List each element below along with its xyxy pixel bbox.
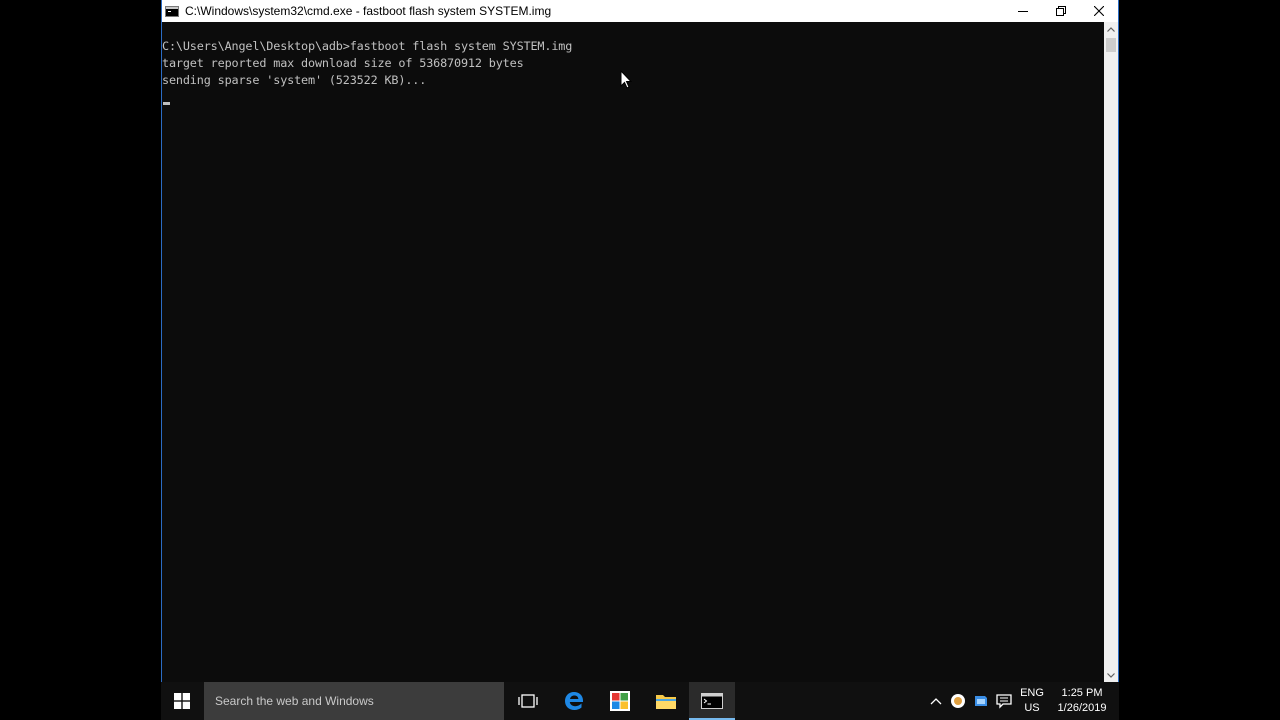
region-label: US [1024,702,1040,714]
console-line: C:\Users\Angel\Desktop\adb>fastboot flas… [162,39,573,53]
task-view-button[interactable] [505,682,551,720]
minimize-icon [1018,11,1028,12]
edge-browser-button[interactable] [551,682,597,720]
title-bar[interactable]: C:\Windows\system32\cmd.exe - fastboot f… [162,0,1118,22]
start-button[interactable] [161,682,203,720]
desktop: C:\Windows\system32\cmd.exe - fastboot f… [0,0,1280,720]
clock[interactable]: 1:25 PM 1/26/2019 [1051,686,1113,716]
console-line: target reported max download size of 536… [162,56,524,70]
clock-date: 1/26/2019 [1057,702,1107,714]
close-button[interactable] [1080,0,1118,22]
windows-logo-icon [174,693,190,709]
console-text: C:\Users\Angel\Desktop\adb>fastboot flas… [162,38,572,89]
command-prompt-icon [701,693,723,709]
store-icon [610,691,630,711]
action-center-button[interactable] [993,682,1015,720]
file-explorer-button[interactable] [643,682,689,720]
console-window[interactable]: C:\Windows\system32\cmd.exe - fastboot f… [161,0,1119,682]
notification-icon [996,694,1012,709]
task-view-icon [518,694,538,708]
restore-icon [1056,6,1066,16]
clock-time: 1:25 PM [1061,687,1103,699]
scroll-up-button[interactable] [1104,22,1118,36]
restore-button[interactable] [1042,0,1080,22]
command-prompt-taskbar-button[interactable] [689,682,735,720]
tray-app-button[interactable] [948,682,968,720]
minimize-button[interactable] [1004,0,1042,22]
scroll-down-button[interactable] [1104,668,1118,682]
store-button[interactable] [597,682,643,720]
chevron-up-icon [1107,26,1115,32]
search-box[interactable]: Search the web and Windows [204,682,504,720]
taskbar: Search the web and Windows ENG US 1:25 P… [161,682,1119,720]
language-label: ENG [1020,687,1044,699]
edge-icon [565,692,583,710]
close-icon [1094,6,1104,16]
circle-app-icon [951,694,965,708]
chevron-up-icon [930,698,942,705]
console-output[interactable]: C:\Users\Angel\Desktop\adb>fastboot flas… [162,22,1104,682]
vertical-scrollbar[interactable] [1104,22,1118,682]
cmd-app-icon[interactable] [165,5,179,17]
show-hidden-icons-button[interactable] [926,682,946,720]
language-indicator[interactable]: ENG US [1015,686,1049,716]
mouse-pointer-icon [620,70,632,89]
window-title: C:\Windows\system32\cmd.exe - fastboot f… [185,4,552,18]
text-cursor [163,102,170,105]
tray-app-button[interactable] [971,682,991,720]
tray-app-icon [975,696,987,706]
search-placeholder: Search the web and Windows [215,694,374,708]
chevron-down-icon [1107,672,1115,678]
console-line: sending sparse 'system' (523522 KB)... [162,73,427,87]
scroll-thumb[interactable] [1106,38,1116,52]
file-explorer-icon [656,695,676,709]
